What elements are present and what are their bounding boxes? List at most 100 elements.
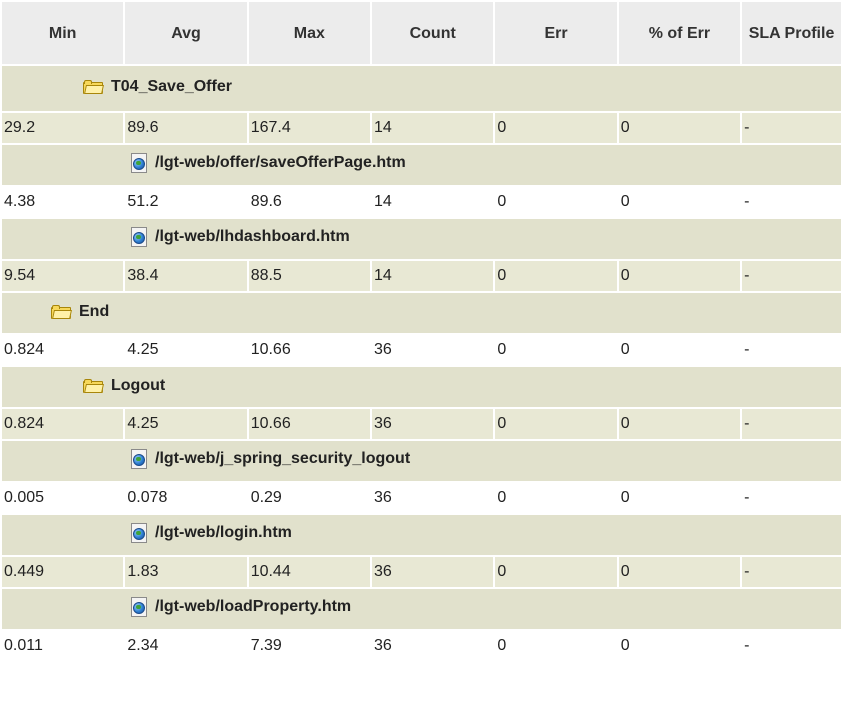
cell-count: 14 bbox=[372, 261, 494, 291]
group-row: /lgt-web/lhdashboard.htm bbox=[2, 219, 841, 259]
cell-count: 36 bbox=[372, 335, 494, 365]
group-row: /lgt-web/offer/saveOfferPage.htm bbox=[2, 145, 841, 185]
group-cell: /lgt-web/login.htm bbox=[2, 515, 841, 555]
cell-sla-profile: - bbox=[742, 335, 841, 365]
group-cell: /lgt-web/lhdashboard.htm bbox=[2, 219, 841, 259]
group-row: T04_Save_Offer bbox=[2, 66, 841, 111]
cell-min: 9.54 bbox=[2, 261, 124, 291]
cell-sla-profile: - bbox=[742, 631, 841, 661]
group-label: /lgt-web/offer/saveOfferPage.htm bbox=[155, 153, 406, 171]
group-name[interactable]: /lgt-web/lhdashboard.htm bbox=[131, 226, 350, 247]
cell-pct-err: 0 bbox=[618, 631, 741, 661]
cell-count: 36 bbox=[372, 409, 494, 439]
cell-pct-err: 0 bbox=[618, 409, 741, 439]
group-label: /lgt-web/j_spring_security_logout bbox=[155, 449, 411, 467]
cell-min: 29.2 bbox=[2, 113, 124, 143]
cell-sla-profile: - bbox=[742, 261, 841, 291]
web-page-icon bbox=[131, 152, 147, 173]
column-header-sla-profile[interactable]: SLA Profile bbox=[742, 2, 841, 64]
cell-count: 36 bbox=[372, 483, 494, 513]
cell-sla-profile: - bbox=[742, 113, 841, 143]
cell-min: 0.449 bbox=[2, 557, 124, 587]
cell-pct-err: 0 bbox=[618, 335, 741, 365]
cell-max: 7.39 bbox=[248, 631, 371, 661]
table-row: 0.824 4.25 10.66 36 0 0 - bbox=[2, 335, 841, 365]
column-header-max[interactable]: Max bbox=[248, 2, 371, 64]
column-header-pct-err[interactable]: % of Err bbox=[618, 2, 741, 64]
cell-err: 0 bbox=[495, 113, 617, 143]
cell-sla-profile: - bbox=[742, 187, 841, 217]
cell-pct-err: 0 bbox=[618, 557, 741, 587]
group-cell: /lgt-web/loadProperty.htm bbox=[2, 589, 841, 629]
cell-avg: 51.2 bbox=[125, 187, 247, 217]
cell-count: 36 bbox=[372, 631, 494, 661]
group-name[interactable]: T04_Save_Offer bbox=[83, 78, 232, 96]
table-row: 0.005 0.078 0.29 36 0 0 - bbox=[2, 483, 841, 513]
cell-err: 0 bbox=[495, 187, 617, 217]
group-name[interactable]: /lgt-web/login.htm bbox=[131, 522, 292, 543]
group-cell: /lgt-web/offer/saveOfferPage.htm bbox=[2, 145, 841, 185]
cell-min: 0.011 bbox=[2, 631, 124, 661]
cell-err: 0 bbox=[495, 409, 617, 439]
group-row: End bbox=[2, 293, 841, 333]
cell-count: 36 bbox=[372, 557, 494, 587]
cell-max: 0.29 bbox=[248, 483, 371, 513]
cell-count: 14 bbox=[372, 113, 494, 143]
group-row: /lgt-web/j_spring_security_logout bbox=[2, 441, 841, 481]
cell-min: 0.824 bbox=[2, 409, 124, 439]
cell-min: 4.38 bbox=[2, 187, 124, 217]
group-label: T04_Save_Offer bbox=[111, 78, 232, 95]
group-cell: Logout bbox=[2, 367, 841, 407]
column-header-min[interactable]: Min bbox=[2, 2, 124, 64]
column-header-count[interactable]: Count bbox=[372, 2, 494, 64]
cell-avg: 4.25 bbox=[125, 335, 247, 365]
group-row: Logout bbox=[2, 367, 841, 407]
group-label: End bbox=[79, 302, 110, 320]
group-cell: T04_Save_Offer bbox=[2, 66, 841, 111]
column-header-avg[interactable]: Avg bbox=[125, 2, 247, 64]
cell-max: 10.66 bbox=[248, 409, 371, 439]
cell-avg: 2.34 bbox=[125, 631, 247, 661]
folder-icon bbox=[51, 304, 72, 319]
web-page-icon bbox=[131, 596, 147, 617]
cell-max: 10.44 bbox=[248, 557, 371, 587]
table-row: 9.54 38.4 88.5 14 0 0 - bbox=[2, 261, 841, 291]
group-row: /lgt-web/loadProperty.htm bbox=[2, 589, 841, 629]
cell-count: 14 bbox=[372, 187, 494, 217]
group-name[interactable]: Logout bbox=[83, 377, 165, 395]
header-row: Min Avg Max Count Err % of Err SLA Profi… bbox=[2, 2, 841, 64]
column-header-err[interactable]: Err bbox=[495, 2, 617, 64]
group-label: /lgt-web/lhdashboard.htm bbox=[155, 227, 350, 245]
group-label: /lgt-web/login.htm bbox=[155, 523, 292, 541]
cell-avg: 0.078 bbox=[125, 483, 247, 513]
folder-icon bbox=[83, 378, 104, 393]
cell-avg: 38.4 bbox=[125, 261, 247, 291]
group-cell: End bbox=[2, 293, 841, 333]
table-row: 4.38 51.2 89.6 14 0 0 - bbox=[2, 187, 841, 217]
cell-sla-profile: - bbox=[742, 483, 841, 513]
web-page-icon bbox=[131, 522, 147, 543]
group-name[interactable]: /lgt-web/offer/saveOfferPage.htm bbox=[131, 152, 406, 173]
cell-avg: 4.25 bbox=[125, 409, 247, 439]
cell-pct-err: 0 bbox=[618, 187, 741, 217]
cell-max: 88.5 bbox=[248, 261, 371, 291]
transaction-stats-table: Min Avg Max Count Err % of Err SLA Profi… bbox=[0, 0, 843, 663]
group-name[interactable]: End bbox=[51, 303, 109, 321]
cell-min: 0.824 bbox=[2, 335, 124, 365]
web-page-icon bbox=[131, 448, 147, 469]
table-row: 0.824 4.25 10.66 36 0 0 - bbox=[2, 409, 841, 439]
group-label: Logout bbox=[111, 376, 166, 394]
web-page-icon bbox=[131, 226, 147, 247]
cell-max: 10.66 bbox=[248, 335, 371, 365]
cell-sla-profile: - bbox=[742, 409, 841, 439]
cell-pct-err: 0 bbox=[618, 113, 741, 143]
cell-pct-err: 0 bbox=[618, 261, 741, 291]
group-label: /lgt-web/loadProperty.htm bbox=[155, 597, 352, 615]
cell-err: 0 bbox=[495, 335, 617, 365]
cell-pct-err: 0 bbox=[618, 483, 741, 513]
group-cell: /lgt-web/j_spring_security_logout bbox=[2, 441, 841, 481]
group-name[interactable]: /lgt-web/loadProperty.htm bbox=[131, 596, 352, 617]
cell-sla-profile: - bbox=[742, 557, 841, 587]
folder-icon bbox=[83, 80, 104, 94]
group-name[interactable]: /lgt-web/j_spring_security_logout bbox=[131, 448, 411, 469]
